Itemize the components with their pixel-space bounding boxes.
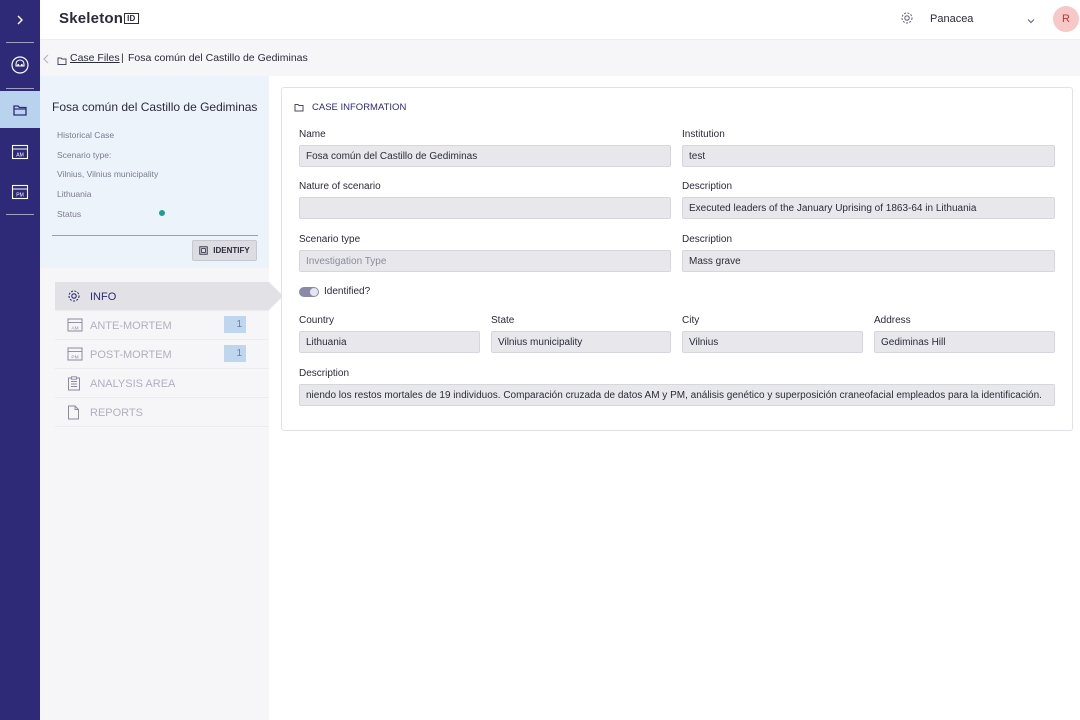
settings-gear-icon[interactable] <box>900 11 914 30</box>
institution-label: Institution <box>682 129 725 140</box>
ante-mortem-icon[interactable]: AM <box>0 140 40 164</box>
nav-item-label: ANALYSIS AREA <box>90 378 176 390</box>
identified-label: Identified? <box>324 286 371 297</box>
clipboard-icon <box>67 376 81 394</box>
description-field[interactable]: Executed leaders of the January Uprising… <box>682 197 1055 219</box>
status-indicator <box>159 210 165 216</box>
section-title: CASE INFORMATION <box>312 102 407 113</box>
svg-text:AM: AM <box>71 326 78 332</box>
breadcrumb-current: Fosa común del Castillo de Gediminas <box>128 52 308 64</box>
case-title: Fosa común del Castillo de Gediminas <box>52 100 258 114</box>
logo-suffix: ID <box>124 13 139 24</box>
identify-button-label: IDENTIFY <box>213 246 250 255</box>
case-files-icon[interactable] <box>0 91 40 128</box>
name-label: Name <box>299 129 326 140</box>
identify-button[interactable]: IDENTIFY <box>192 240 257 261</box>
state-label: State <box>491 315 515 326</box>
nav-item-analysis-area[interactable]: ANALYSIS AREA <box>55 369 269 398</box>
am-icon: AM <box>67 318 83 335</box>
address-label: Address <box>874 315 911 326</box>
city-field[interactable]: Vilnius <box>682 331 863 353</box>
description-field[interactable]: niendo los restos mortales de 19 individ… <box>299 384 1055 406</box>
user-avatar[interactable]: R <box>1053 6 1079 32</box>
rail-divider <box>6 214 34 215</box>
nav-item-info[interactable]: INFO <box>55 282 283 311</box>
case-type: Historical Case <box>57 130 115 140</box>
case-information-card: CASE INFORMATION Name Fosa común del Cas… <box>281 87 1073 431</box>
svg-text:AM: AM <box>16 153 24 159</box>
skull-icon[interactable] <box>0 50 40 80</box>
country-label: Country <box>299 315 335 326</box>
logo-text: Skeleton <box>59 10 124 27</box>
rail-divider <box>6 42 34 43</box>
nav-item-label: REPORTS <box>90 407 143 419</box>
scenario-type-label: Scenario type <box>299 234 361 245</box>
address-field[interactable]: Gediminas Hill <box>874 331 1055 353</box>
description-label: Description <box>682 181 733 192</box>
nav-item-ante-mortem[interactable]: AM ANTE-MORTEM 1 <box>55 311 269 340</box>
nature-of-scenario-field[interactable] <box>299 197 671 219</box>
gear-icon <box>67 289 81 306</box>
section-header: CASE INFORMATION <box>294 102 406 113</box>
left-rail: AM PM <box>0 0 40 720</box>
state-field[interactable]: Vilnius municipality <box>491 331 671 353</box>
identify-icon <box>199 246 208 255</box>
nature-of-scenario-label: Nature of scenario <box>299 181 381 192</box>
breadcrumb-separator: | <box>121 52 124 64</box>
country-field[interactable]: Lithuania <box>299 331 480 353</box>
nav-count-badge: 1 <box>224 345 246 362</box>
pm-icon: PM <box>67 347 83 364</box>
svg-text:PM: PM <box>16 193 24 199</box>
case-location: Vilnius, Vilnius municipality <box>57 169 159 179</box>
description-label: Description <box>682 234 733 245</box>
scenario-type-select[interactable]: Investigation Type <box>299 250 671 272</box>
nav-item-label: POST-MORTEM <box>90 349 172 361</box>
city-label: City <box>682 315 700 326</box>
top-bar: Skeleton ID Panacea R <box>40 0 1080 40</box>
name-field[interactable]: Fosa común del Castillo de Gediminas <box>299 145 671 167</box>
case-scenario-type: Scenario type: <box>57 150 112 160</box>
case-summary-card: Fosa común del Castillo de Gediminas His… <box>40 76 269 268</box>
card-divider <box>52 235 258 236</box>
nav-item-label: ANTE-MORTEM <box>90 320 172 332</box>
folder-icon <box>294 104 304 112</box>
back-chevron-icon[interactable] <box>42 52 50 70</box>
identified-toggle[interactable] <box>299 287 319 297</box>
case-status-label: Status <box>57 209 82 219</box>
nav-item-reports[interactable]: REPORTS <box>55 398 269 427</box>
app-logo[interactable]: Skeleton ID <box>59 10 139 27</box>
institution-field[interactable]: test <box>682 145 1055 167</box>
description-label: Description <box>299 368 350 379</box>
expand-chevron-icon[interactable] <box>0 10 40 30</box>
nav-item-label: INFO <box>90 291 117 303</box>
case-nav: INFO AM ANTE-MORTEM 1 PM POST-MORTEM 1 A… <box>55 282 283 427</box>
rail-divider <box>6 88 34 89</box>
breadcrumb: Case Files | Fosa común del Castillo de … <box>40 40 1080 76</box>
svg-text:PM: PM <box>71 355 78 361</box>
document-icon <box>67 405 80 423</box>
nav-count-badge: 1 <box>224 316 246 333</box>
case-side-panel: Fosa común del Castillo de Gediminas His… <box>40 76 283 720</box>
breadcrumb-case-files-link[interactable]: Case Files <box>70 52 120 64</box>
post-mortem-icon[interactable]: PM <box>0 180 40 204</box>
folder-icon <box>57 53 67 71</box>
nav-item-post-mortem[interactable]: PM POST-MORTEM 1 <box>55 340 269 369</box>
chevron-down-icon[interactable] <box>1026 13 1036 31</box>
description-field[interactable]: Mass grave <box>682 250 1055 272</box>
case-country: Lithuania <box>57 189 92 199</box>
organization-name[interactable]: Panacea <box>930 13 973 25</box>
